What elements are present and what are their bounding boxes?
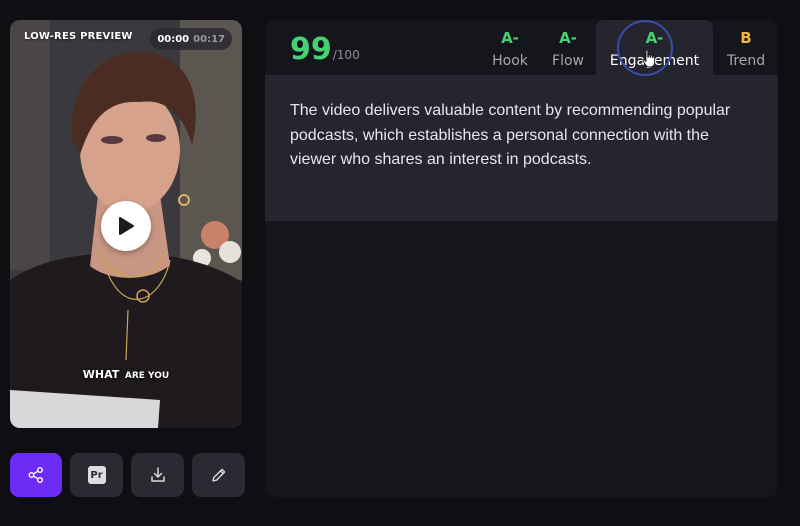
pencil-icon <box>211 468 225 482</box>
engagement-details: The video delivers valuable content by r… <box>265 75 778 221</box>
tab-trend-grade: B <box>740 29 752 47</box>
export-premiere-button[interactable]: Pr <box>70 453 123 497</box>
share-button[interactable] <box>10 453 62 497</box>
action-bar: Pr <box>10 453 245 497</box>
tab-trend-label: Trend <box>726 53 766 69</box>
tab-flow[interactable]: A- Flow <box>540 20 596 75</box>
download-icon <box>150 467 165 482</box>
play-icon <box>119 217 134 235</box>
caption-word-small: ARE YOU <box>124 371 170 381</box>
tab-hook-grade: A- <box>501 29 519 47</box>
current-time: 00:00 <box>157 33 190 45</box>
caption-word-big: WHAT <box>82 368 120 381</box>
score-max: /100 <box>332 48 360 62</box>
edit-button[interactable] <box>192 453 245 497</box>
score-value: 99 <box>290 32 332 67</box>
download-button[interactable] <box>131 453 184 497</box>
total-time: 00:17 <box>193 33 225 45</box>
tab-flow-grade: A- <box>559 29 577 47</box>
tab-hook-label: Hook <box>492 53 528 69</box>
play-button[interactable] <box>101 201 151 251</box>
video-preview[interactable]: LOW-RES PREVIEW 00:00 00:17 WHAT ARE YOU <box>10 20 242 428</box>
tab-flow-label: Flow <box>552 53 584 69</box>
hand-cursor-icon <box>642 49 656 68</box>
overall-score: 99 /100 <box>290 32 360 67</box>
details-text: The video delivers valuable content by r… <box>290 102 731 168</box>
preview-badge: LOW-RES PREVIEW <box>24 31 133 42</box>
share-icon <box>28 467 43 483</box>
premiere-icon: Pr <box>87 466 106 484</box>
tab-trend[interactable]: B Trend <box>716 20 776 75</box>
video-caption: WHAT ARE YOU <box>10 363 242 382</box>
timecode: 00:00 00:17 <box>150 28 232 50</box>
tab-hook[interactable]: A- Hook <box>482 20 538 75</box>
